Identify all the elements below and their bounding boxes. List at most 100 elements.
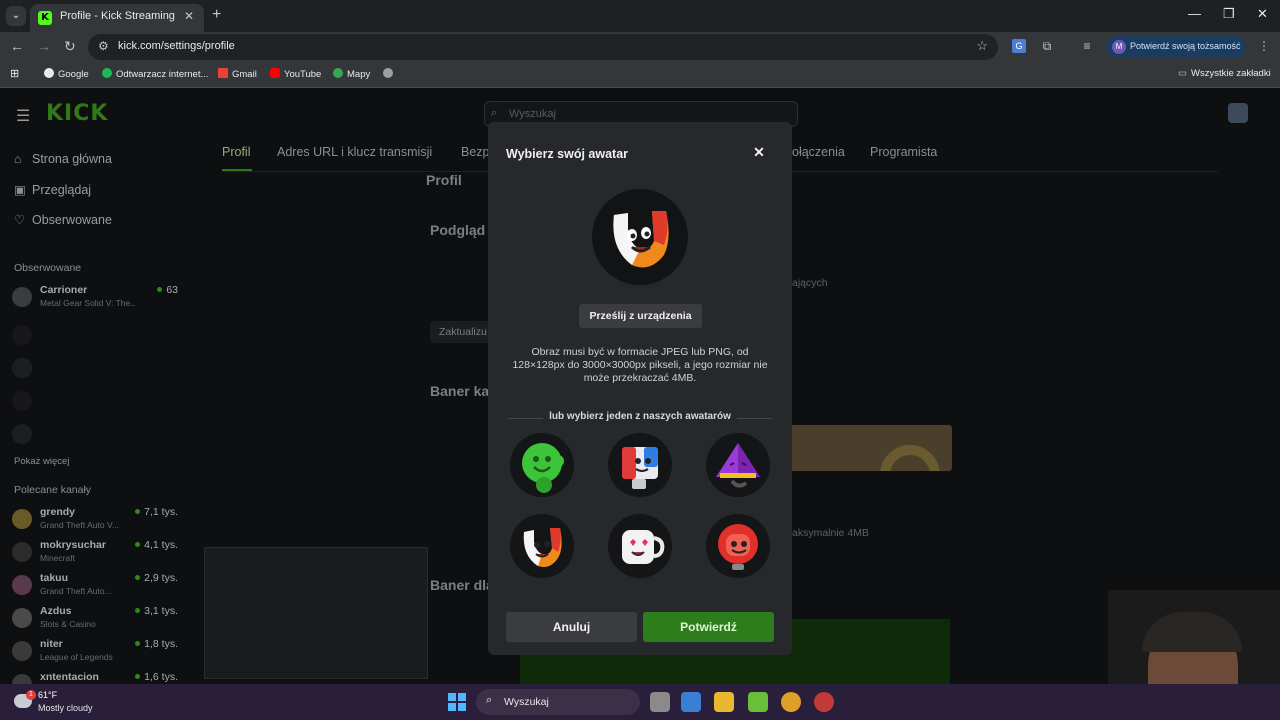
avatar-option-pyramid[interactable] xyxy=(706,433,770,497)
recommended-channel[interactable]: xntentacion 1,6 tys. xyxy=(12,671,180,684)
followers-text: ających xyxy=(792,277,828,289)
bookmark-spotify[interactable]: Odtwarzacz internet... xyxy=(102,68,208,80)
sidebar-item-home[interactable]: ⌂ Strona główna xyxy=(14,152,112,166)
upload-from-device-button[interactable]: Prześlij z urządzenia xyxy=(579,304,702,328)
home-icon: ⌂ xyxy=(14,152,22,166)
followed-channel-offline[interactable] xyxy=(12,388,180,418)
confirm-button[interactable]: Potwierdź xyxy=(643,612,774,642)
window-close-icon[interactable]: ✕ xyxy=(1257,6,1268,22)
youtube-icon xyxy=(270,68,280,78)
browser-tab-active[interactable]: K Profile - Kick Streaming ✕ xyxy=(30,4,204,32)
section-profile-title: Profil xyxy=(426,172,462,188)
tab-close-icon[interactable]: ✕ xyxy=(184,9,194,23)
gmail-icon xyxy=(218,68,228,78)
tab-profile[interactable]: Profil xyxy=(222,145,250,159)
followed-channel-offline[interactable] xyxy=(12,421,180,451)
update-button[interactable]: Zaktualizu xyxy=(430,321,496,343)
restore-icon[interactable]: ❐ xyxy=(1223,6,1235,22)
following-header: Obserwowane xyxy=(14,262,82,274)
minimize-icon[interactable]: — xyxy=(1188,6,1201,21)
recommended-header: Polecane kanały xyxy=(14,484,92,496)
address-bar[interactable]: ⚙ kick.com/settings/profile ☆ xyxy=(88,34,998,60)
store-icon[interactable] xyxy=(681,692,701,712)
extensions-icon[interactable]: ⧉ xyxy=(1040,39,1054,53)
weather-widget[interactable]: 1 61°F Mostly cloudy xyxy=(14,688,124,716)
recommended-channel[interactable]: Azdus Slots & Casino 3,1 tys. xyxy=(12,605,180,635)
new-tab-icon[interactable]: + xyxy=(212,6,221,24)
globe-icon[interactable] xyxy=(383,68,397,80)
recommended-channel[interactable]: grendy Grand Theft Auto V... 7,1 tys. xyxy=(12,506,180,536)
translate-icon[interactable]: G xyxy=(1012,39,1026,53)
app-icon[interactable] xyxy=(814,692,834,712)
windows-taskbar: 1 61°F Mostly cloudy ⌕ Wyszukaj xyxy=(0,684,1280,720)
notification-badge: 1 xyxy=(26,690,36,700)
bookmark-youtube[interactable]: YouTube xyxy=(270,68,321,80)
followed-channel-carrioner[interactable]: Carrioner Metal Gear Solid V: The... 63 xyxy=(12,284,180,314)
avatar-choice-divider: lub wybierz jeden z naszych awatarów xyxy=(508,411,772,424)
taskbar-search[interactable]: ⌕ Wyszukaj xyxy=(476,689,640,715)
profile-avatar: M xyxy=(1112,40,1126,54)
folder-icon: ▭ xyxy=(1178,68,1187,79)
bookmark-star-icon[interactable]: ☆ xyxy=(976,38,988,54)
channel-avatar xyxy=(12,287,32,307)
bookmark-google[interactable]: Google xyxy=(44,68,89,80)
followed-channel-offline[interactable] xyxy=(12,322,180,352)
followed-channel-offline[interactable] xyxy=(12,355,180,385)
recommended-channel[interactable]: niter League of Legends 1,8 tys. xyxy=(12,638,180,668)
mug-hearts-avatar-icon xyxy=(622,530,665,564)
purple-pyramid-avatar-icon xyxy=(716,443,760,488)
tab-connections[interactable]: ołączenia xyxy=(792,145,845,159)
verify-label: Potwierdź swoją tożsamość xyxy=(1130,41,1241,51)
modal-title: Wybierz swój awatar xyxy=(506,147,629,161)
browser-toolbar: ← → ↻ ⚙ kick.com/settings/profile ☆ G ⧉ … xyxy=(0,32,1280,62)
browser-tab-bar: ⌄ K Profile - Kick Streaming ✕ + — ❐ ✕ xyxy=(0,0,1280,32)
show-more-link[interactable]: Pokaż więcej xyxy=(14,456,69,467)
orange-u-avatar-icon xyxy=(613,211,669,268)
search-icon: ⌕ xyxy=(491,107,498,119)
apps-grid-icon[interactable]: ⊞ xyxy=(10,67,19,80)
kick-logo[interactable]: KICK xyxy=(46,101,108,126)
close-icon[interactable]: ✕ xyxy=(752,144,766,160)
recommended-channel[interactable]: takuu Grand Theft Auto... 2,9 tys. xyxy=(12,572,180,602)
forward-icon[interactable]: → xyxy=(37,38,51,54)
url-text: kick.com/settings/profile xyxy=(118,40,235,52)
chrome-icon[interactable] xyxy=(781,692,801,712)
bookmark-maps[interactable]: Mapy xyxy=(333,68,370,80)
file-explorer-icon[interactable] xyxy=(714,692,734,712)
task-view-icon[interactable] xyxy=(650,692,670,712)
section-banner-title: Baner ka xyxy=(430,383,490,399)
back-icon[interactable]: ← xyxy=(10,38,24,54)
bookmarks-bar: ⊞ Google Odtwarzacz internet... Gmail Yo… xyxy=(0,62,1280,88)
reload-icon[interactable]: ↻ xyxy=(64,38,76,55)
section-offline-banner-title: Baner dla xyxy=(430,577,494,593)
sidebar-item-browse[interactable]: ▣ Przeglądaj xyxy=(14,182,91,197)
cancel-button[interactable]: Anuluj xyxy=(506,612,637,642)
tab-security[interactable]: Bezp xyxy=(461,145,490,159)
recommended-channel[interactable]: mokrysuchar Minecraft 4,1 tys. xyxy=(12,539,180,569)
tab-search-dropdown-icon[interactable]: ⌄ xyxy=(6,6,26,26)
all-bookmarks[interactable]: ▭ Wszystkie zakładki xyxy=(1178,68,1271,79)
screen-preview-thumbnail xyxy=(204,547,428,679)
avatar-option-green-blob[interactable] xyxy=(510,433,574,497)
nvidia-icon[interactable] xyxy=(748,692,768,712)
bookmark-gmail[interactable]: Gmail xyxy=(218,68,257,80)
kick-favicon-icon: K xyxy=(38,11,52,25)
banner-preview-image xyxy=(790,425,952,471)
reading-list-icon[interactable]: ≡ xyxy=(1080,39,1094,53)
user-avatar[interactable] xyxy=(1228,103,1248,123)
avatar-option-orange-u[interactable] xyxy=(510,514,574,578)
red-helmet-avatar-icon xyxy=(718,524,758,570)
avatar-option-mug[interactable] xyxy=(608,514,672,578)
verify-identity-button[interactable]: M Potwierdź swoją tożsamość xyxy=(1106,36,1246,58)
avatar-option-cube[interactable] xyxy=(608,433,672,497)
menu-icon[interactable]: ⋮ xyxy=(1258,39,1270,53)
avatar-option-helmet[interactable] xyxy=(706,514,770,578)
windows-start-icon[interactable] xyxy=(448,693,466,711)
hamburger-menu-icon[interactable]: ☰ xyxy=(16,106,30,126)
sidebar-item-following[interactable]: ♡ Obserwowane xyxy=(14,212,112,227)
site-info-icon[interactable]: ⚙ xyxy=(98,39,109,53)
tab-developer[interactable]: Programista xyxy=(870,145,937,159)
blue-red-cube-avatar-icon xyxy=(622,447,658,489)
google-icon xyxy=(44,68,54,78)
tab-stream-url-key[interactable]: Adres URL i klucz transmisji xyxy=(277,145,432,159)
